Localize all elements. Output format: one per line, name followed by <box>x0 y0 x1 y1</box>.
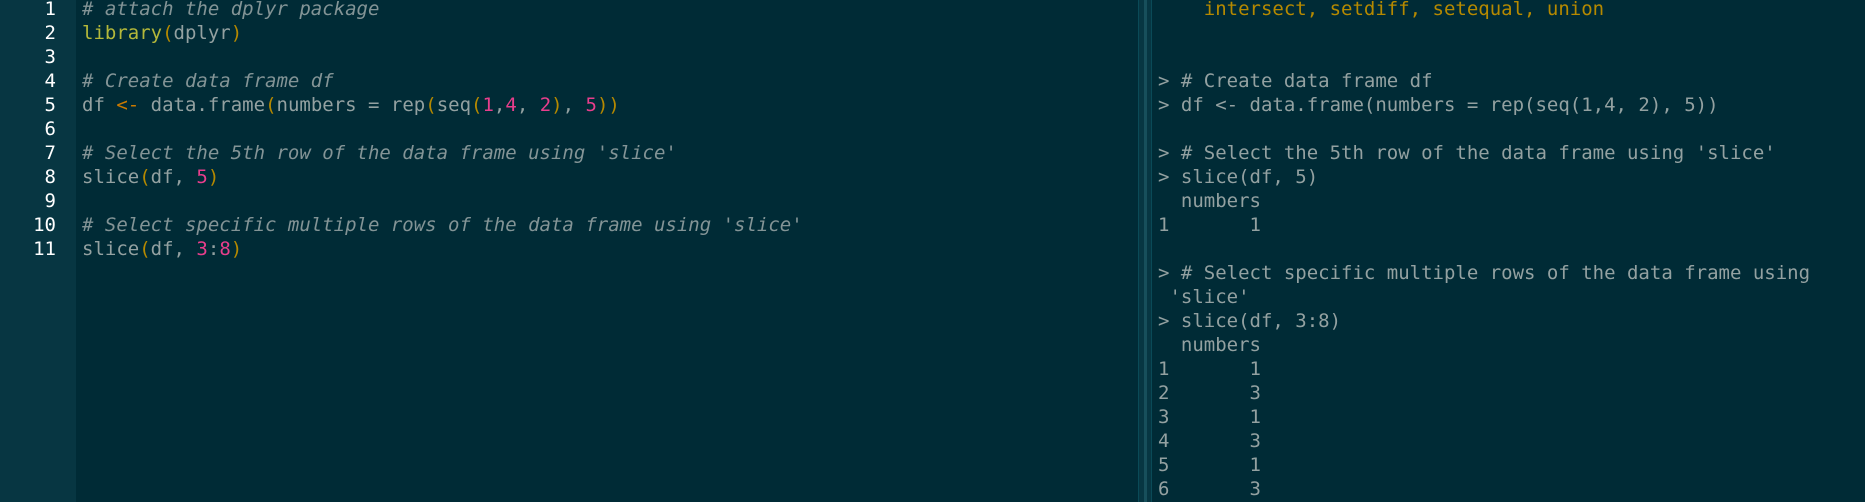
code-token: 5 <box>196 166 208 188</box>
console-line: > # Select specific multiple rows of the… <box>1158 262 1811 284</box>
console-line: > # Create data frame df <box>1158 70 1433 92</box>
console-line: intersect, setdiff, setequal, union <box>1158 0 1605 20</box>
code-line[interactable]: library(dplyr) <box>82 21 242 45</box>
pane-splitter[interactable] <box>1138 0 1152 502</box>
code-token: ( <box>265 94 277 116</box>
code-token: 5 <box>585 94 597 116</box>
line-number: 4 <box>44 70 56 92</box>
code-token: , <box>493 94 506 116</box>
splitter-grip[interactable] <box>1144 0 1147 502</box>
console-line: 1 1 <box>1158 358 1261 380</box>
code-token: )) <box>596 94 620 116</box>
line-number-gutter: 1 2 3 4 5 6 7 8 9 10 11 <box>0 0 76 502</box>
console-pane[interactable]: intersect, setdiff, setequal, union > # C… <box>1152 0 1865 502</box>
line-number: 5 <box>44 94 56 116</box>
console-line: 1 1 <box>1158 214 1261 236</box>
source-editor[interactable]: # attach the dplyr package library(dplyr)… <box>76 0 1138 502</box>
code-token: 3 <box>196 238 208 260</box>
line-number: 10 <box>33 214 56 236</box>
code-line[interactable]: slice(df, 5) <box>82 165 219 189</box>
code-token: # Create data frame df <box>82 70 334 92</box>
code-token: # Select the 5th row of the data frame u… <box>82 142 677 164</box>
console-line: 4 3 <box>1158 430 1261 452</box>
code-token: df, <box>150 238 197 260</box>
code-token: # attach the dplyr package <box>82 0 380 20</box>
code-token: , <box>516 94 540 116</box>
code-line[interactable]: # Select the 5th row of the data frame u… <box>82 141 677 165</box>
code-token: ) <box>551 94 563 116</box>
line-number: 8 <box>44 166 56 188</box>
code-line[interactable]: df <- data.frame(numbers = rep(seq(1,4, … <box>82 93 620 117</box>
line-number: 1 <box>44 0 56 20</box>
console-line: 6 3 <box>1158 478 1261 500</box>
code-token: dplyr <box>173 22 231 44</box>
code-token: 2 <box>539 94 552 116</box>
line-number: 11 <box>33 238 56 260</box>
console-line: 5 1 <box>1158 454 1261 476</box>
rstudio-window: 1 2 3 4 5 6 7 8 9 10 11 # attach the dplyr package… <box>0 0 1865 502</box>
code-line[interactable]: # attach the dplyr package <box>82 0 379 21</box>
console-line: 2 3 <box>1158 382 1261 404</box>
line-number: 2 <box>44 22 56 44</box>
console-line: numbers <box>1158 190 1261 212</box>
line-number: 7 <box>44 142 56 164</box>
code-token: ( <box>162 22 174 44</box>
code-token: ( <box>139 166 151 188</box>
code-line[interactable]: # Select specific multiple rows of the d… <box>82 213 803 237</box>
code-token: , <box>562 94 586 116</box>
line-number: 3 <box>44 46 56 68</box>
code-line[interactable]: slice(df, 3:8) <box>82 237 242 261</box>
line-number: 9 <box>44 190 56 212</box>
console-line: numbers <box>1158 334 1261 356</box>
code-token: slice <box>82 166 140 188</box>
code-token: 4 <box>505 94 517 116</box>
line-number: 6 <box>44 118 56 140</box>
console-line: > slice(df, 3:8) <box>1158 310 1342 332</box>
console-line: > df <- data.frame(numbers = rep(seq(1,4… <box>1158 94 1719 116</box>
code-token: ) <box>230 22 243 44</box>
code-token: 8 <box>219 238 231 260</box>
code-line[interactable]: # Create data frame df <box>82 69 334 93</box>
console-line: > slice(df, 5) <box>1158 166 1319 188</box>
code-token: data.frame <box>139 94 266 116</box>
code-token: ( <box>425 94 437 116</box>
code-token: seq <box>436 94 472 116</box>
code-token: df <box>82 94 117 116</box>
code-token: df, <box>150 166 197 188</box>
code-token: numbers = rep <box>276 94 426 116</box>
code-token: # Select specific multiple rows of the d… <box>82 214 803 236</box>
code-token: <- <box>116 94 140 116</box>
code-token: ( <box>471 94 483 116</box>
code-token: ( <box>139 238 151 260</box>
code-token: ) <box>207 166 220 188</box>
code-token: ) <box>230 238 243 260</box>
code-token: library <box>82 22 163 44</box>
console-line: 'slice' <box>1158 286 1250 308</box>
code-token: : <box>207 238 220 260</box>
console-line: > # Select the 5th row of the data frame… <box>1158 142 1776 164</box>
console-line: 3 1 <box>1158 406 1261 428</box>
code-token: slice <box>82 238 140 260</box>
code-token: 1 <box>482 94 494 116</box>
